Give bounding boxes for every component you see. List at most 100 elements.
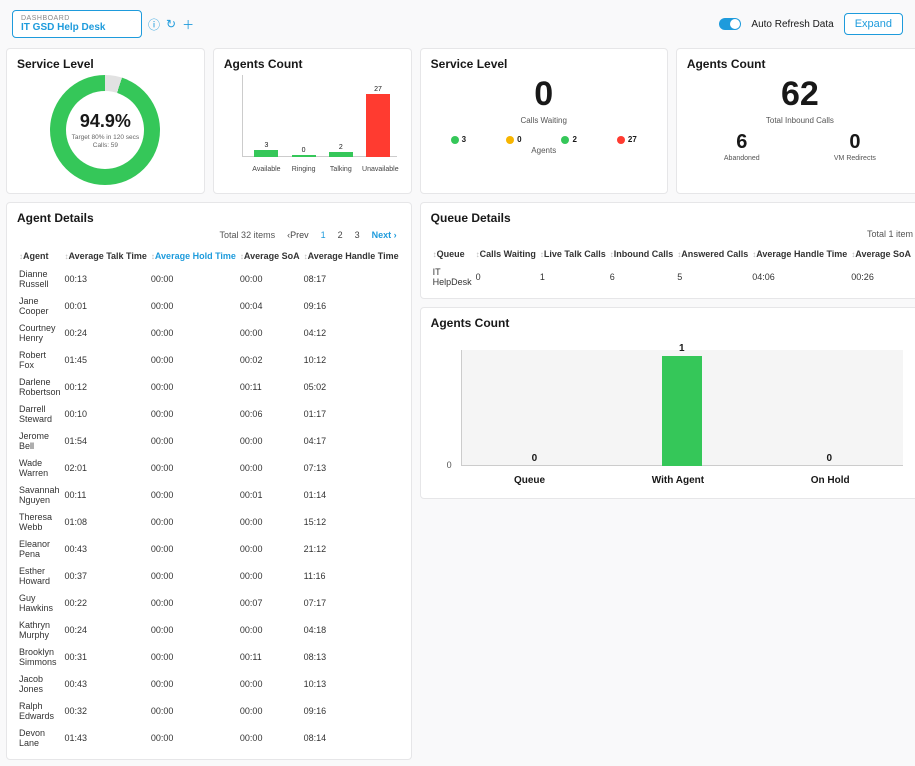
dashboard-selector-value: IT GSD Help Desk xyxy=(21,22,133,33)
col-header[interactable]: Answered Calls xyxy=(675,245,750,263)
col-header[interactable]: Average Talk Time xyxy=(63,247,149,265)
table-row[interactable]: Wade Warren02:0100:0000:0007:13 xyxy=(17,454,401,481)
bar-with-agent: 1 xyxy=(652,343,712,466)
col-header[interactable]: Average Handle Time xyxy=(750,245,849,263)
topbar: DASHBOARD IT GSD Help Desk ⓘ ↻ ＋ Auto Re… xyxy=(6,6,909,42)
bar-on-hold: 0 xyxy=(799,453,859,466)
bar-unavailable: 27 xyxy=(362,86,394,157)
top-left-row: Service Level 94.9% Target 80% in 120 se… xyxy=(6,48,412,194)
status-dot: 27 xyxy=(617,135,637,144)
bar-label: Available xyxy=(250,166,282,173)
right-bottom-stack: Queue Details Total 1 item QueueCalls Wa… xyxy=(420,202,915,760)
inbound-sub: Total Inbound Calls xyxy=(687,116,913,125)
bar-label: With Agent xyxy=(652,475,704,486)
service-level-donut: 94.9% Target 80% in 120 secs Calls: 59 xyxy=(50,75,160,185)
panel-queue-details: Queue Details Total 1 item QueueCalls Wa… xyxy=(420,202,915,299)
card-title: Service Level xyxy=(17,57,194,71)
col-header[interactable]: Live Talk Calls xyxy=(538,245,608,263)
calls-waiting-sub: Calls Waiting xyxy=(431,116,657,125)
abandoned-kpi: 6 Abandoned xyxy=(724,131,760,162)
bar-available: 3 xyxy=(250,142,282,157)
dashboard-selector[interactable]: DASHBOARD IT GSD Help Desk xyxy=(12,10,142,38)
status-dot: 2 xyxy=(561,135,576,144)
pager-page-3[interactable]: 3 xyxy=(351,229,364,241)
topbar-right: Auto Refresh Data Expand xyxy=(719,13,903,35)
status-dot: 3 xyxy=(451,135,466,144)
panel-agents-count-chart: Agents Count 0 010 QueueWith AgentOn Hol… xyxy=(420,307,915,499)
service-level-target: Target 80% in 120 secs Calls: 59 xyxy=(72,134,140,150)
pager-prev[interactable]: ‹Prev xyxy=(283,229,313,241)
pager-page-2[interactable]: 2 xyxy=(334,229,347,241)
card-service-level: Service Level 94.9% Target 80% in 120 se… xyxy=(6,48,205,194)
table-row[interactable]: Theresa Webb01:0800:0000:0015:12 xyxy=(17,508,401,535)
table-row[interactable]: Robert Fox01:4500:0000:0210:12 xyxy=(17,346,401,373)
table-row[interactable]: Kathryn Murphy00:2400:0000:0004:18 xyxy=(17,616,401,643)
add-icon[interactable]: ＋ xyxy=(182,16,194,33)
bar-label: Queue xyxy=(514,475,545,486)
service-level-percent: 94.9% xyxy=(80,111,131,132)
col-header[interactable]: Average SoA xyxy=(238,247,302,265)
bar-talking: 2 xyxy=(325,144,357,157)
status-dot: 0 xyxy=(506,135,521,144)
col-header[interactable]: Queue xyxy=(431,245,474,263)
info-icon[interactable]: ⓘ xyxy=(148,16,160,33)
queue-details-total: Total 1 item xyxy=(867,229,913,239)
card-inbound: Agents Count 62 Total Inbound Calls 6 Ab… xyxy=(676,48,915,194)
col-header[interactable]: Average Handle Time xyxy=(302,247,401,265)
bar-label: Ringing xyxy=(288,166,320,173)
table-row[interactable]: Dianne Russell00:1300:0000:0008:17 xyxy=(17,265,401,292)
queue-details-title: Queue Details xyxy=(431,211,913,225)
card-calls-waiting: Service Level 0 Calls Waiting 3 0 2 27 Agen… xyxy=(420,48,668,194)
col-header[interactable]: Inbound Calls xyxy=(608,245,676,263)
col-header[interactable]: Calls Waiting xyxy=(474,245,538,263)
bar-label: Unavailable xyxy=(362,166,394,173)
bar-queue: 0 xyxy=(504,453,564,466)
bar-label: Talking xyxy=(325,166,357,173)
table-row[interactable]: Darrell Steward00:1000:0000:0601:17 xyxy=(17,400,401,427)
table-row[interactable]: IT HelpDesk016504:0600:26 xyxy=(431,263,913,290)
table-row[interactable]: Eleanor Pena00:4300:0000:0021:12 xyxy=(17,535,401,562)
table-row[interactable]: Ralph Edwards00:3200:0000:0009:16 xyxy=(17,697,401,724)
col-header[interactable]: Average SoA xyxy=(849,245,913,263)
col-header[interactable]: Agent xyxy=(17,247,63,265)
pager-next[interactable]: Next › xyxy=(368,229,401,241)
dashboard-selector-label: DASHBOARD xyxy=(21,15,133,22)
agents-location-chart: 0 010 QueueWith AgentOn Hold xyxy=(431,330,913,490)
table-row[interactable]: Esther Howard00:3700:0000:0011:16 xyxy=(17,562,401,589)
pager: ‹Prev 1 2 3 Next › xyxy=(283,229,401,241)
agent-details-table: AgentAverage Talk TimeAverage Hold TimeA… xyxy=(17,247,401,751)
table-row[interactable]: Savannah Nguyen00:1100:0000:0101:14 xyxy=(17,481,401,508)
pager-page-1[interactable]: 1 xyxy=(317,229,330,241)
vm-redirects-kpi: 0 VM Redirects xyxy=(834,131,876,162)
agents-chart-title: Agents Count xyxy=(431,316,913,330)
card-agents-count-bar: Agents Count 302 27 Available Ringing Talki… xyxy=(213,48,412,194)
table-row[interactable]: Guy Hawkins00:2200:0000:0707:17 xyxy=(17,589,401,616)
agents-status-chart: 302 27 Available Ringing Talking Unavailable xyxy=(224,75,401,175)
table-row[interactable]: Brooklyn Simmons00:3100:0000:1108:13 xyxy=(17,643,401,670)
card-title: Service Level xyxy=(431,57,657,71)
col-header[interactable]: Average Hold Time xyxy=(149,247,238,265)
table-row[interactable]: Courtney Henry00:2400:0000:0004:12 xyxy=(17,319,401,346)
agent-details-title: Agent Details xyxy=(17,211,401,225)
agent-details-total: Total 32 items xyxy=(220,230,276,240)
table-row[interactable]: Jacob Jones00:4300:0000:0010:13 xyxy=(17,670,401,697)
refresh-icon[interactable]: ↻ xyxy=(166,17,176,31)
expand-button[interactable]: Expand xyxy=(844,13,903,35)
bar-label: On Hold xyxy=(811,475,850,486)
table-row[interactable]: Jane Cooper00:0100:0000:0409:16 xyxy=(17,292,401,319)
table-row[interactable]: Darlene Robertson00:1200:0000:1105:02 xyxy=(17,373,401,400)
table-row[interactable]: Devon Lane01:4300:0000:0008:14 xyxy=(17,724,401,751)
top-right-row: Service Level 0 Calls Waiting 3 0 2 27 Agen… xyxy=(420,48,915,194)
agent-status-dots: 3 0 2 27 xyxy=(431,135,657,144)
bar-ringing: 0 xyxy=(288,147,320,157)
auto-refresh-label: Auto Refresh Data xyxy=(751,19,833,30)
inbound-value: 62 xyxy=(687,75,913,114)
card-title: Agents Count xyxy=(687,57,913,71)
topbar-left: DASHBOARD IT GSD Help Desk ⓘ ↻ ＋ xyxy=(12,10,194,38)
table-row[interactable]: Jerome Bell01:5400:0000:0004:17 xyxy=(17,427,401,454)
queue-details-table: QueueCalls WaitingLive Talk CallsInbound… xyxy=(431,245,913,290)
calls-waiting-value: 0 xyxy=(431,75,657,114)
auto-refresh-toggle[interactable] xyxy=(719,18,741,30)
card-title: Agents Count xyxy=(224,57,401,71)
agents-sublabel: Agents xyxy=(431,146,657,155)
